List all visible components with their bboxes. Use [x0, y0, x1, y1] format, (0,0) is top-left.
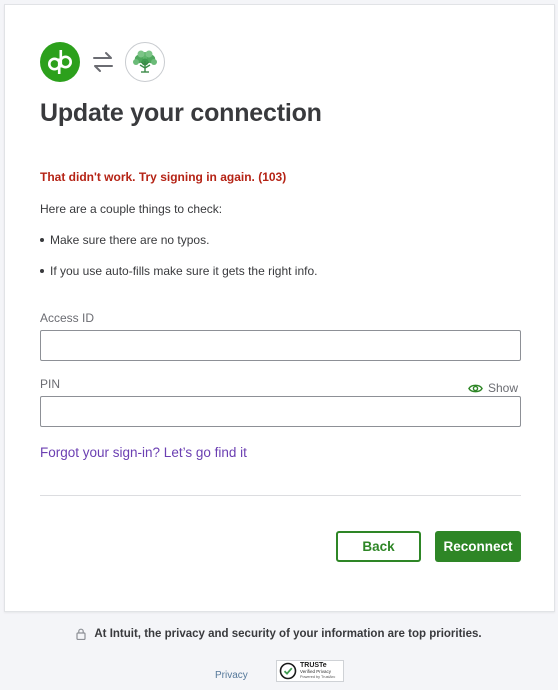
error-message: That didn't work. Try signing in again. …: [40, 170, 287, 184]
intro-text: Here are a couple things to check:: [40, 202, 223, 216]
truste-seal-icon: [279, 662, 297, 680]
connection-card: Update your connection That didn't work.…: [4, 4, 555, 612]
show-pin-toggle[interactable]: Show: [468, 381, 518, 395]
privacy-note-text: At Intuit, the privacy and security of y…: [94, 628, 482, 640]
tip-text: Make sure there are no typos.: [50, 233, 210, 247]
pin-label: PIN: [40, 377, 61, 391]
bullet-icon: [40, 238, 44, 242]
show-label: Show: [488, 381, 519, 395]
tip-text: If you use auto-fills make sure it gets …: [50, 263, 318, 278]
page-title: Update your connection: [40, 99, 322, 127]
pin-field[interactable]: [40, 396, 521, 427]
back-button[interactable]: Back: [336, 531, 421, 562]
lock-icon: [76, 628, 86, 640]
truste-title: TRUSTe: [300, 662, 327, 670]
truste-powered-by: Powered by TrustArc: [300, 674, 336, 679]
list-item: Make sure there are no typos.: [40, 232, 317, 248]
access-id-field[interactable]: [40, 330, 521, 361]
truste-badge[interactable]: TRUSTe Verified Privacy Powered by Trust…: [276, 660, 344, 682]
tips-list: Make sure there are no typos. If you use…: [40, 232, 317, 293]
forgot-sign-in-link[interactable]: Forgot your sign-in? Let’s go find it: [40, 445, 247, 460]
list-item: If you use auto-fills make sure it gets …: [40, 263, 317, 279]
eye-icon: [468, 384, 483, 392]
privacy-note: At Intuit, the privacy and security of y…: [0, 628, 558, 640]
tree-icon: [125, 42, 165, 82]
divider: [40, 495, 521, 496]
privacy-link[interactable]: Privacy: [215, 670, 248, 681]
swap-arrows-icon: [93, 52, 113, 72]
bullet-icon: [40, 268, 44, 273]
quickbooks-icon: [40, 42, 80, 82]
logo-row: [40, 41, 165, 83]
reconnect-button[interactable]: Reconnect: [435, 531, 521, 562]
access-id-label: Access ID: [40, 311, 95, 325]
